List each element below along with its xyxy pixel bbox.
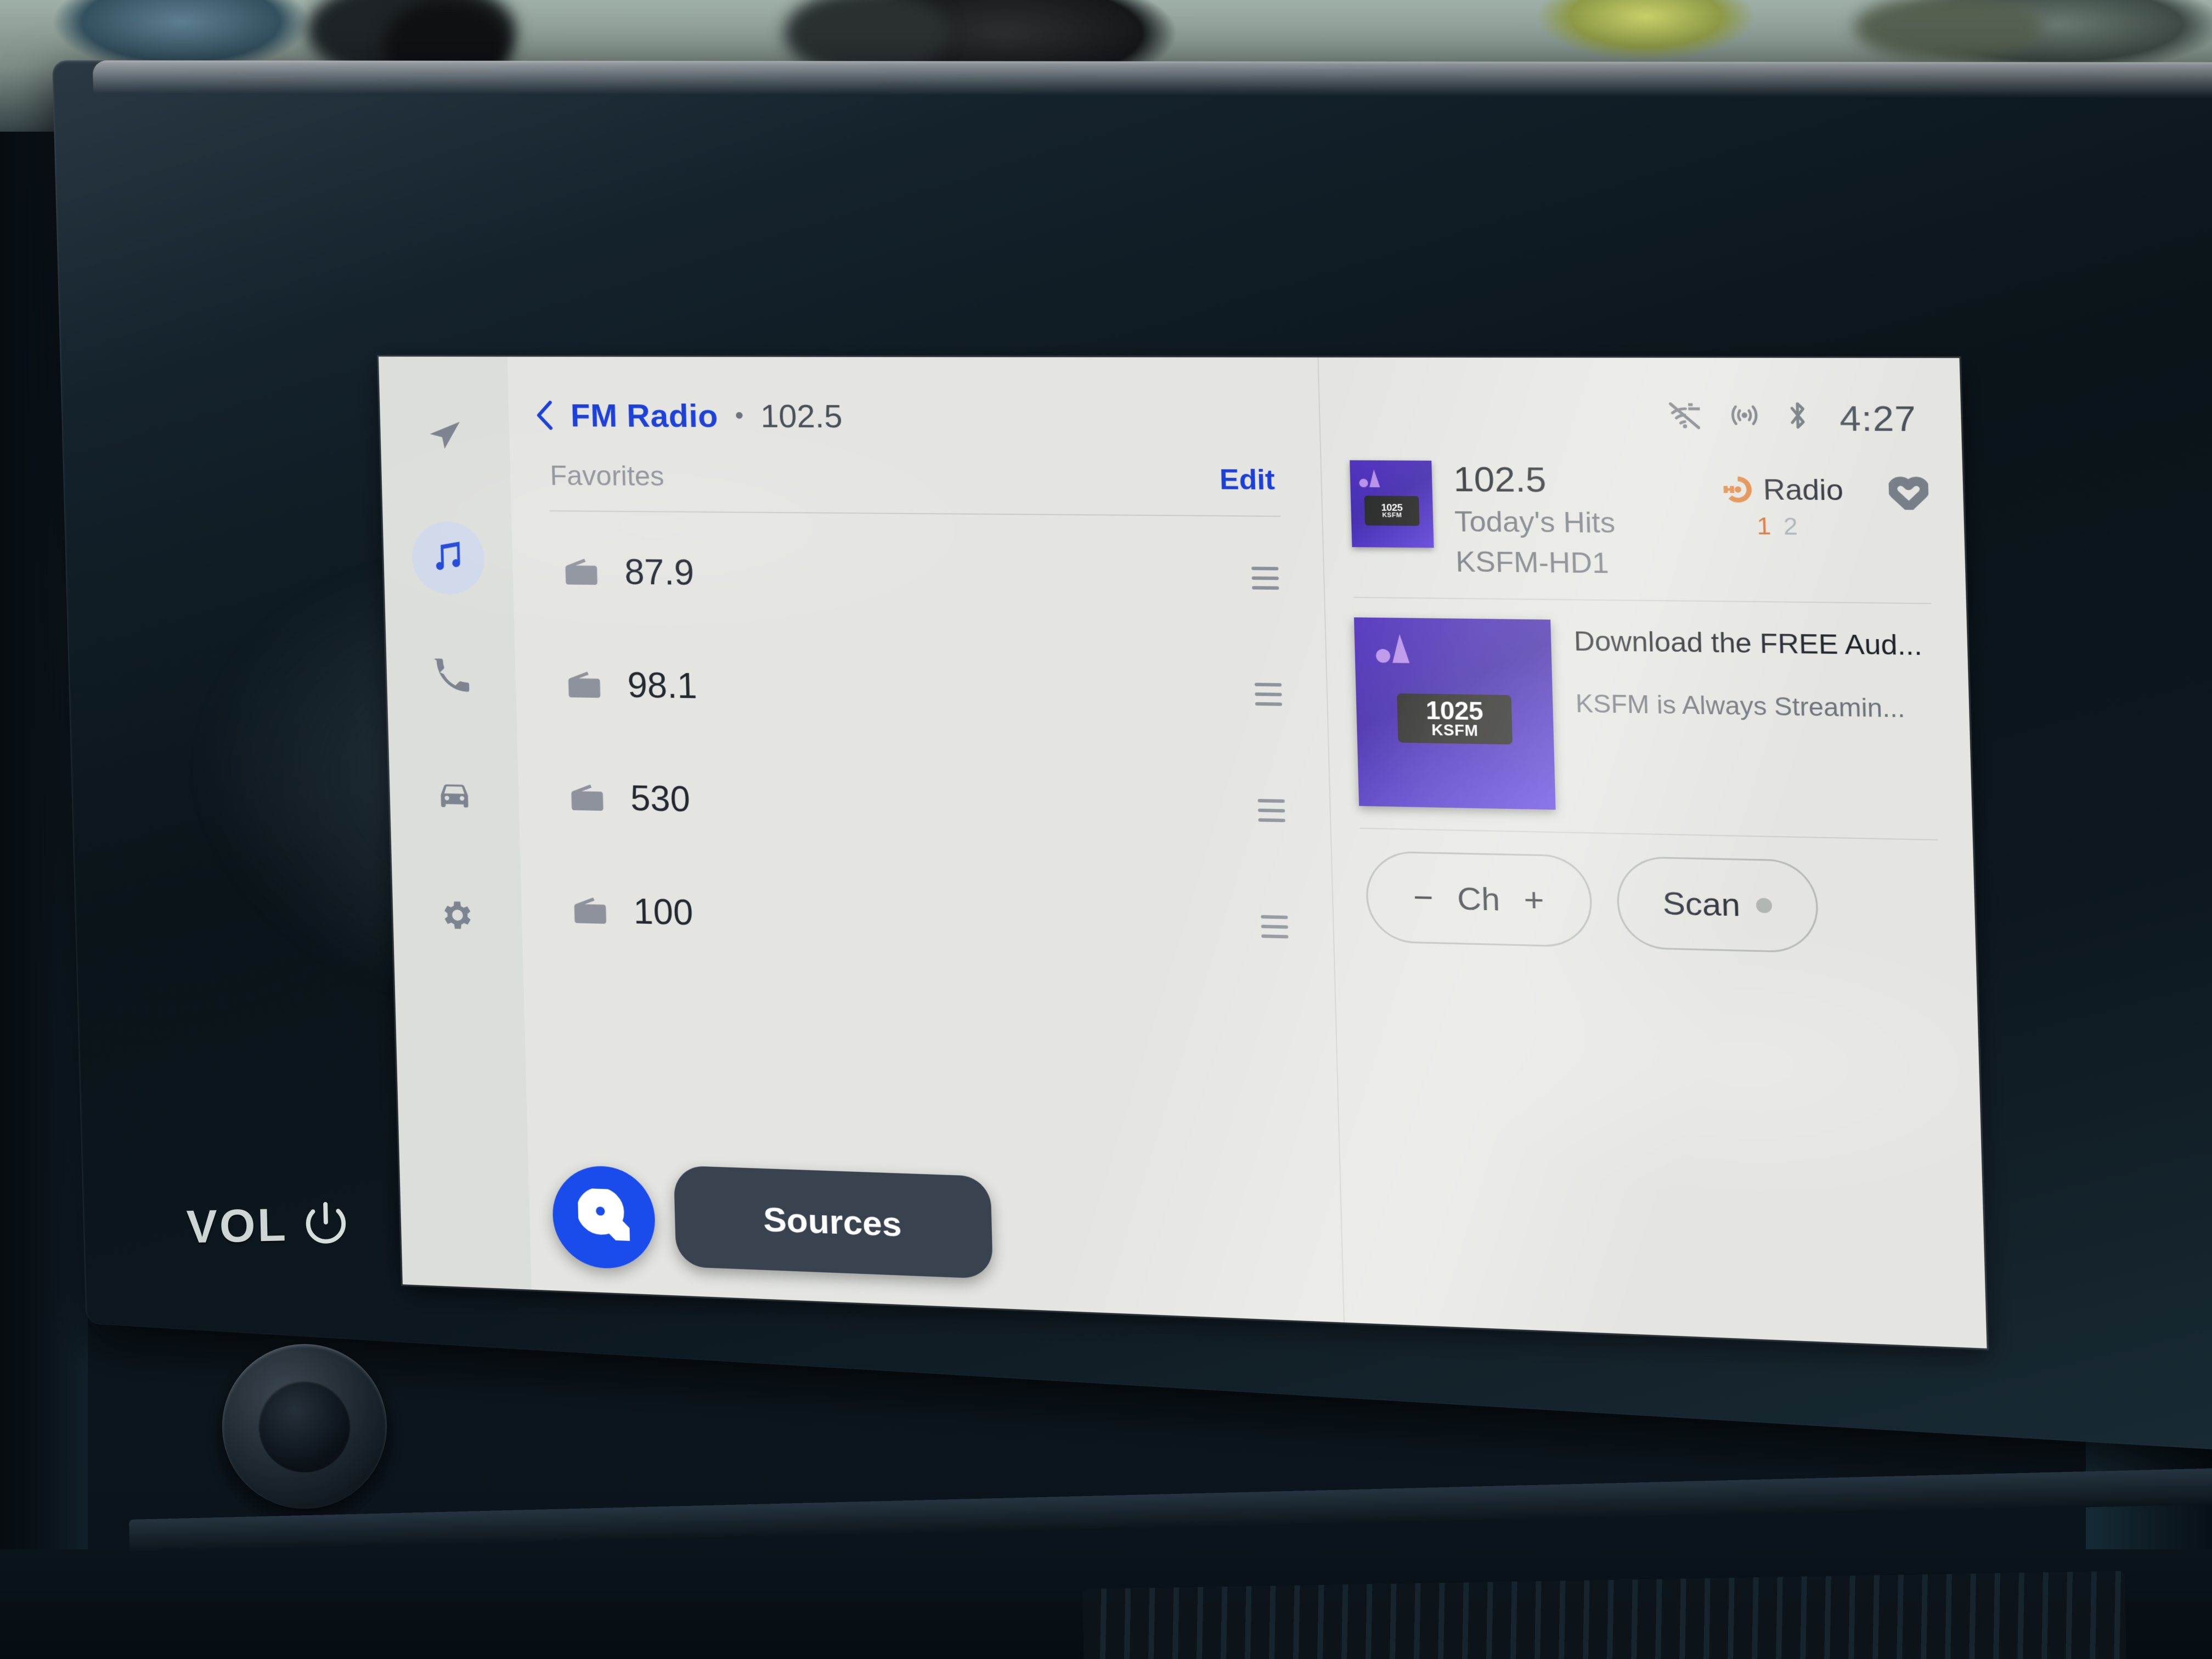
station-badge: 1025 KSFM: [1397, 693, 1512, 744]
favorite-frequency: 100: [633, 890, 1237, 946]
now-playing-frequency: 102.5: [1453, 461, 1700, 501]
favorite-frequency: 530: [630, 777, 1234, 831]
primary-sidebar[interactable]: [379, 357, 532, 1290]
console-trim: [129, 1466, 2212, 1553]
sidebar-item-navigation[interactable]: [408, 402, 482, 475]
station-badge-number: 1025: [1425, 699, 1483, 724]
hd-radio-indicator: Radio 1 2: [1721, 462, 1844, 540]
chevron-left-icon[interactable]: [534, 400, 557, 431]
hd-channel-1[interactable]: 1: [1757, 512, 1771, 540]
broadcast-icon: [1726, 399, 1763, 437]
current-frequency-title: 102.5: [760, 397, 843, 435]
station-artwork-thumbnail: 1025 KSFM: [1350, 460, 1434, 548]
favorites-label: Favorites: [550, 460, 665, 493]
station-badge-callsign: KSFM: [1431, 723, 1479, 738]
hd-channel-selector[interactable]: 1 2: [1757, 512, 1798, 540]
tuning-controls[interactable]: − Ch + Scan: [1331, 828, 1976, 957]
channel-decrement-button[interactable]: −: [1413, 878, 1434, 917]
radio-icon: [564, 664, 605, 704]
favorites-header: Favorites Edit: [509, 439, 1321, 496]
drag-handle-icon[interactable]: [1255, 683, 1282, 706]
station-badge-callsign: KSFM: [1382, 512, 1402, 518]
bluetooth-icon: [1786, 400, 1809, 437]
channel-stepper-label: Ch: [1457, 880, 1500, 918]
sidebar-item-settings[interactable]: [420, 881, 494, 955]
promo-text: Download the FREE Aud... KSFM is Always …: [1573, 620, 1943, 817]
now-playing-panel: 4:27 1025 KSFM 102.5 Today's Hits KSFM-H…: [1319, 358, 1987, 1348]
volume-power-control[interactable]: VOL: [186, 1197, 350, 1254]
heart-outline-icon: [1889, 489, 1929, 515]
source-title[interactable]: FM Radio: [570, 397, 719, 435]
now-playing-header[interactable]: 1025 KSFM 102.5 Today's Hits KSFM-HD1 Ra…: [1321, 443, 1966, 583]
hd-channel-2[interactable]: 2: [1783, 512, 1798, 540]
sources-button-label: Sources: [763, 1199, 902, 1244]
audacy-logo: [1359, 468, 1381, 487]
search-icon: [578, 1188, 630, 1247]
air-vent: [1082, 1571, 2127, 1659]
now-playing-program: Today's Hits: [1454, 505, 1701, 540]
scan-button[interactable]: Scan: [1616, 856, 1819, 953]
station-badge-number: 1025: [1381, 504, 1402, 513]
volume-knob[interactable]: [219, 1341, 390, 1511]
sidebar-item-media[interactable]: [411, 521, 485, 595]
volume-label: VOL: [186, 1198, 289, 1254]
channel-stepper[interactable]: − Ch +: [1365, 851, 1593, 948]
drag-handle-icon[interactable]: [1261, 915, 1288, 939]
promo-subtitle: KSFM is Always Streamin...: [1575, 690, 1940, 724]
touchscreen[interactable]: FM Radio • 102.5 Favorites Edit 87.9 98.…: [379, 357, 1987, 1348]
wifi-off-icon: [1666, 399, 1703, 437]
promo-card[interactable]: 1025 KSFM Download the FREE Aud... KSFM …: [1325, 597, 1972, 817]
promo-artwork: 1025 KSFM: [1354, 617, 1556, 810]
hd-radio-icon: [1722, 474, 1756, 505]
edit-favorites-button[interactable]: Edit: [1219, 463, 1275, 496]
favorites-panel: FM Radio • 102.5 Favorites Edit 87.9 98.…: [507, 357, 1345, 1322]
phone-icon: [432, 657, 470, 699]
sources-button[interactable]: Sources: [674, 1165, 993, 1279]
title-separator: •: [735, 402, 744, 430]
radio-icon: [569, 890, 611, 930]
panel-title-bar: FM Radio • 102.5: [507, 357, 1320, 443]
audacy-logo: [1374, 633, 1412, 663]
list-item[interactable]: 87.9: [511, 515, 1325, 637]
now-playing-metadata: 102.5 Today's Hits KSFM-HD1: [1453, 461, 1702, 581]
car-icon: [436, 777, 473, 820]
navigation-arrow-icon: [426, 417, 464, 459]
now-playing-callsign: KSFM-HD1: [1455, 545, 1702, 581]
radio-icon: [567, 777, 608, 817]
infotainment-head-unit: FM Radio • 102.5 Favorites Edit 87.9 98.…: [52, 60, 2115, 1618]
status-bar: 4:27: [1319, 358, 1962, 446]
drag-handle-icon[interactable]: [1251, 567, 1279, 590]
channel-increment-button[interactable]: +: [1523, 881, 1545, 919]
radio-icon: [561, 551, 602, 591]
station-badge: 1025 KSFM: [1364, 496, 1419, 526]
hd-radio-label: Radio: [1763, 473, 1844, 507]
list-item[interactable]: 530: [517, 740, 1331, 870]
sidebar-item-phone[interactable]: [414, 641, 488, 715]
scan-status-dot: [1756, 898, 1772, 913]
favorite-frequency: 98.1: [627, 664, 1231, 715]
clock: 4:27: [1839, 398, 1917, 439]
list-item[interactable]: 98.1: [514, 627, 1328, 753]
favorite-frequency: 87.9: [624, 551, 1227, 599]
sidebar-item-vehicle[interactable]: [417, 761, 491, 835]
promo-title: Download the FREE Aud...: [1573, 625, 1938, 662]
power-icon[interactable]: [302, 1199, 350, 1250]
music-note-icon: [430, 537, 467, 579]
favorite-toggle-button[interactable]: [1865, 463, 1929, 516]
scan-button-label: Scan: [1662, 884, 1741, 924]
drag-handle-icon[interactable]: [1258, 799, 1285, 822]
gear-icon: [439, 896, 476, 939]
list-item[interactable]: 100: [520, 852, 1334, 986]
